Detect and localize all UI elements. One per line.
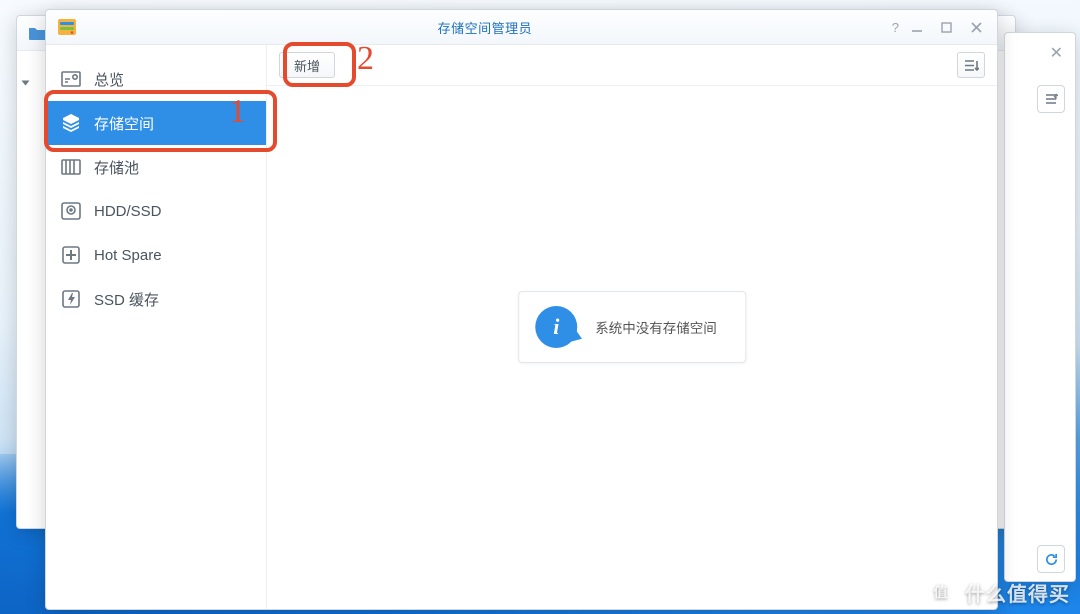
ssd-cache-icon: [60, 289, 82, 309]
sidebar-item-ssd-cache[interactable]: SSD 缓存: [46, 277, 266, 321]
maximize-icon[interactable]: [941, 22, 959, 33]
sort-icon[interactable]: [1037, 85, 1065, 113]
sidebar: 总览 存储空间 存储池: [46, 45, 267, 609]
sidebar-item-hdd-ssd[interactable]: HDD/SSD: [46, 189, 266, 233]
sidebar-item-label: 存储池: [94, 157, 139, 178]
watermark: 值 什么值得买: [925, 576, 1070, 608]
watermark-text: 什么值得买: [965, 578, 1070, 607]
empty-state-card: i 系统中没有存储空间: [518, 291, 746, 363]
minimize-icon[interactable]: [911, 21, 929, 33]
window-title: 存储空间管理员: [78, 18, 892, 37]
volume-icon: [60, 113, 82, 133]
sidebar-item-hot-spare[interactable]: Hot Spare: [46, 233, 266, 277]
storage-pool-icon: [60, 157, 82, 177]
sidebar-item-storage-pool[interactable]: 存储池: [46, 145, 266, 189]
sidebar-item-overview[interactable]: 总览: [46, 57, 266, 101]
info-icon: i: [535, 306, 577, 348]
empty-state-message: 系统中没有存储空间: [595, 317, 717, 337]
overview-icon: [60, 69, 82, 89]
sidebar-item-label: Hot Spare: [94, 247, 162, 264]
sidebar-item-label: HDD/SSD: [94, 203, 162, 220]
storage-manager-window: 存储空间管理员 ? 总览 存储空: [45, 9, 998, 610]
background-window-2: ✕: [1004, 32, 1076, 582]
help-icon[interactable]: ?: [892, 20, 899, 35]
bg-tree-toggle[interactable]: [23, 76, 32, 90]
close-icon[interactable]: ✕: [1050, 43, 1063, 63]
refresh-icon[interactable]: [1037, 545, 1065, 573]
main-pane: 新增 i 系统中没有存储空间: [267, 45, 997, 609]
storage-manager-app-icon: [56, 16, 78, 38]
disk-icon: [60, 201, 82, 221]
titlebar: 存储空间管理员 ?: [46, 10, 997, 45]
sidebar-item-label: 存储空间: [94, 113, 154, 134]
hot-spare-icon: [60, 245, 82, 265]
watermark-badge: 值: [925, 576, 957, 608]
close-icon[interactable]: [971, 22, 989, 33]
sidebar-item-label: SSD 缓存: [94, 289, 159, 310]
sort-button[interactable]: [957, 52, 985, 78]
sidebar-item-label: 总览: [94, 69, 124, 90]
toolbar: 新增: [267, 45, 997, 86]
add-button[interactable]: 新增: [279, 52, 335, 78]
sidebar-item-volume[interactable]: 存储空间: [46, 101, 266, 145]
